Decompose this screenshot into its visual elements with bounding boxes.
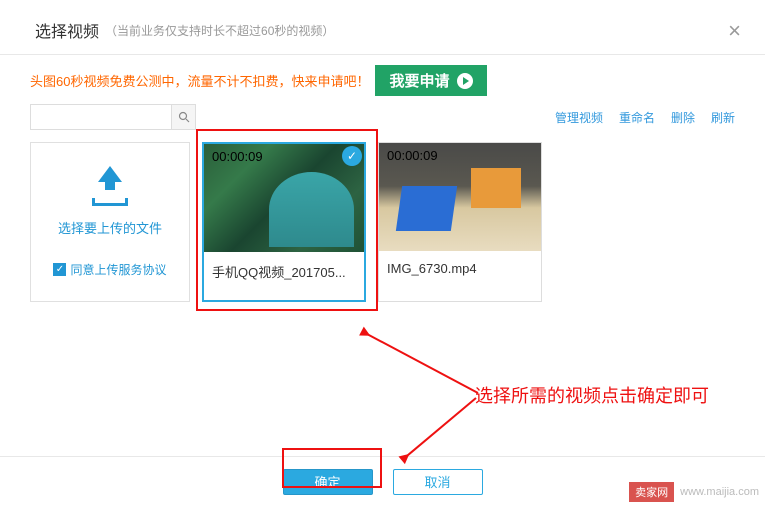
watermark-badge: 卖家网 xyxy=(629,482,674,502)
video-item[interactable]: 00:00:09 ✓ 手机QQ视频_201705... xyxy=(202,142,366,302)
agreement-row[interactable]: ✓ 同意上传服务协议 xyxy=(53,261,166,278)
video-thumbnail: 00:00:09 ✓ xyxy=(204,144,364,252)
dialog-title: 选择视频 xyxy=(35,18,99,42)
notice-text: 头图60秒视频免费公测中，流量不计不扣费，快来申请吧！ xyxy=(30,71,369,90)
watermark: 卖家网 www.maijia.com xyxy=(629,482,759,502)
close-icon[interactable]: × xyxy=(728,18,741,44)
search-box xyxy=(30,104,196,130)
apply-button[interactable]: 我要申请 xyxy=(375,65,487,96)
cancel-button[interactable]: 取消 xyxy=(393,469,483,495)
ok-button[interactable]: 确定 xyxy=(283,469,373,495)
dialog-header: 选择视频 （当前业务仅支持时长不超过60秒的视频） xyxy=(0,0,765,55)
annotation-arrow xyxy=(363,331,479,394)
dialog-subtitle: （当前业务仅支持时长不超过60秒的视频） xyxy=(105,22,334,39)
play-icon xyxy=(457,73,473,89)
delete-link[interactable]: 删除 xyxy=(671,109,695,126)
video-thumbnail: 00:00:09 xyxy=(379,143,541,251)
annotation-arrow xyxy=(403,397,477,460)
apply-button-label: 我要申请 xyxy=(389,70,449,91)
manage-link[interactable]: 管理视频 xyxy=(555,109,603,126)
upload-label: 选择要上传的文件 xyxy=(58,218,162,237)
video-filename: 手机QQ视频_201705... xyxy=(204,252,364,291)
upload-card[interactable]: 选择要上传的文件 ✓ 同意上传服务协议 xyxy=(30,142,190,302)
toolbar: 管理视频 重命名 删除 刷新 xyxy=(30,104,735,130)
notice-bar: 头图60秒视频免费公测中，流量不计不扣费，快来申请吧！ 我要申请 xyxy=(30,65,735,96)
annotation-text: 选择所需的视频点击确定即可 xyxy=(475,382,709,408)
search-input[interactable] xyxy=(31,105,171,129)
search-button[interactable] xyxy=(171,105,195,129)
upload-icon xyxy=(90,166,130,206)
agreement-label: 同意上传服务协议 xyxy=(70,261,166,278)
video-filename: IMG_6730.mp4 xyxy=(379,251,541,286)
watermark-url: www.maijia.com xyxy=(680,486,759,498)
duration-badge: 00:00:09 xyxy=(382,146,443,165)
refresh-link[interactable]: 刷新 xyxy=(711,109,735,126)
selected-check-icon: ✓ xyxy=(342,146,362,166)
toolbar-links: 管理视频 重命名 删除 刷新 xyxy=(555,109,735,126)
duration-badge: 00:00:09 xyxy=(207,147,268,166)
agreement-checkbox[interactable]: ✓ xyxy=(53,263,66,276)
video-item[interactable]: 00:00:09 IMG_6730.mp4 xyxy=(378,142,542,302)
search-icon xyxy=(178,111,190,123)
content-area: 选择要上传的文件 ✓ 同意上传服务协议 00:00:09 ✓ 手机QQ视频_20… xyxy=(0,142,765,302)
rename-link[interactable]: 重命名 xyxy=(619,109,655,126)
